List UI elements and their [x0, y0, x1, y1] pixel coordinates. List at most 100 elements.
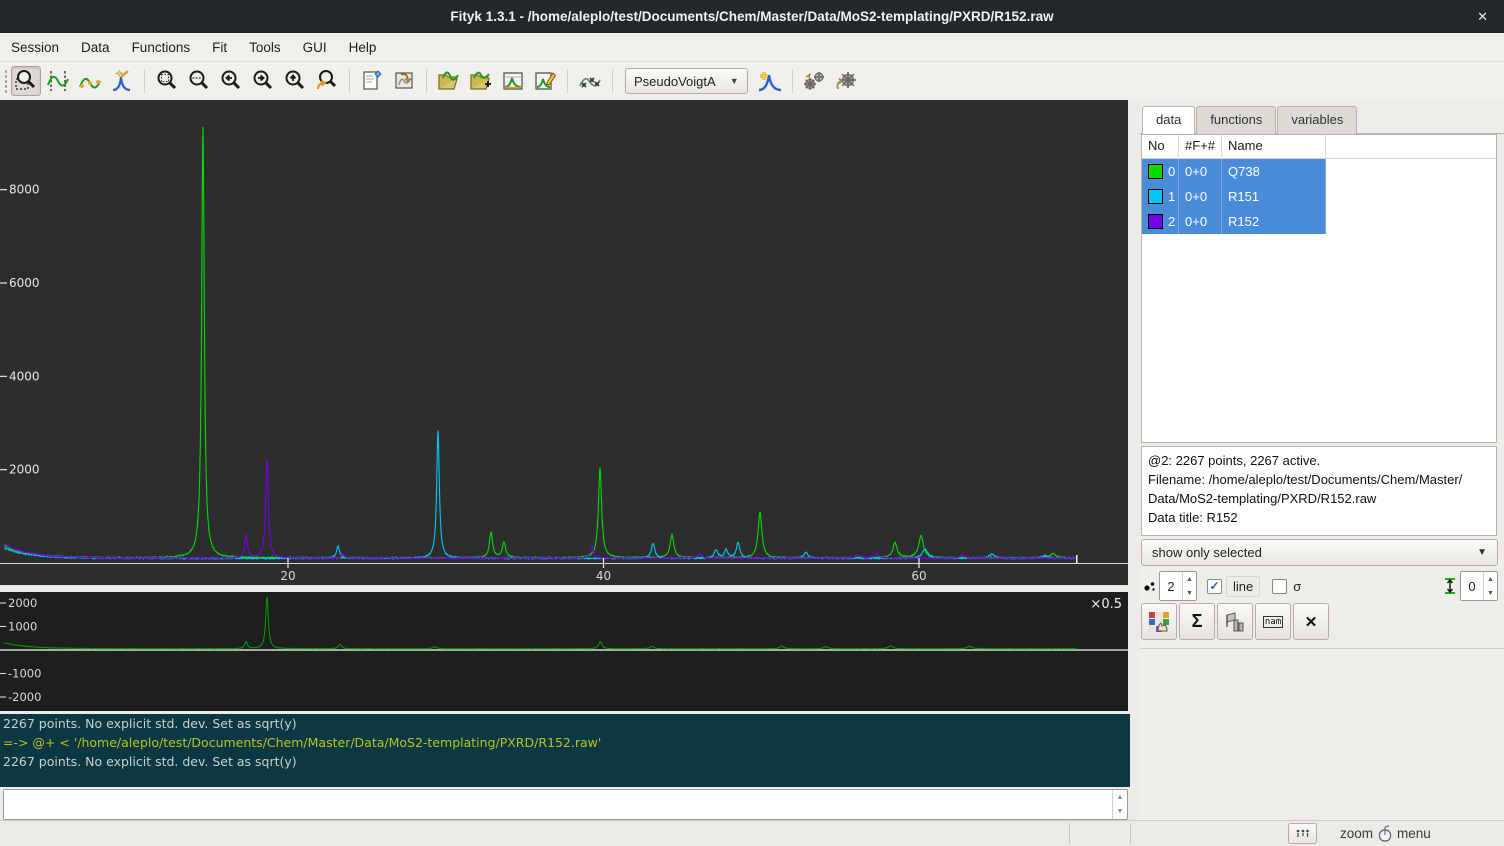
table-row[interactable]: 0 0+0 Q738 — [1142, 159, 1326, 184]
tab-variables[interactable]: variables — [1277, 106, 1357, 134]
zoom-up-button[interactable] — [280, 66, 310, 96]
menu-tools[interactable]: Tools — [238, 35, 292, 60]
info-filename: Filename: /home/aleplo/test/Documents/Ch… — [1148, 470, 1490, 489]
menu-data[interactable]: Data — [70, 35, 121, 60]
svg-text:×0.5: ×0.5 — [1090, 597, 1122, 612]
data-range-mode-button[interactable] — [43, 66, 73, 96]
toolbar-separator — [349, 69, 350, 93]
menu-session[interactable]: Session — [0, 35, 70, 60]
sigma-checkbox[interactable] — [1272, 579, 1287, 594]
status-bar: zoom menu — [0, 820, 1504, 846]
svg-text:2000: 2000 — [9, 463, 40, 477]
new-session-button[interactable] — [357, 66, 387, 96]
toolbar-grip[interactable] — [2, 68, 10, 94]
main-toolbar: PseudoVoigtA ▼ — [0, 62, 1504, 100]
dataset-color-swatch[interactable] — [1148, 164, 1163, 179]
stack-button[interactable] — [1217, 603, 1253, 640]
column-header-fpn[interactable]: #F+# — [1179, 135, 1222, 158]
window-title: Fityk 1.3.1 - /home/aleplo/test/Document… — [450, 9, 1053, 24]
rename-button[interactable]: nam — [1255, 603, 1291, 640]
table-row[interactable]: 1 0+0 R151 — [1142, 184, 1326, 209]
rename-icon: nam — [1265, 617, 1281, 627]
stack-icon — [1224, 611, 1246, 633]
menu-gui[interactable]: GUI — [292, 35, 338, 60]
zoom-right-button[interactable] — [248, 66, 278, 96]
dataset-grid-button[interactable] — [1141, 603, 1177, 640]
shift-icon — [1444, 577, 1456, 595]
command-history-spinner[interactable]: ▲ ▼ — [1112, 790, 1127, 819]
mouse-hint: zoom menu — [1340, 821, 1431, 846]
menu-functions[interactable]: Functions — [121, 35, 202, 60]
spin-down-icon[interactable]: ▼ — [1484, 586, 1497, 600]
close-icon: ✕ — [1305, 613, 1318, 631]
function-type-value: PseudoVoigtA — [634, 74, 716, 89]
point-size-spinner[interactable]: 2 ▲▼ — [1159, 571, 1197, 601]
zoom-all-button[interactable] — [152, 66, 182, 96]
sum-button[interactable]: Σ — [1179, 603, 1215, 640]
shift-spinner[interactable]: 0 ▲▼ — [1460, 571, 1498, 601]
dataset-fpn: 0+0 — [1179, 184, 1222, 209]
zoom-undo-button[interactable] — [312, 66, 342, 96]
dataset-fpn: 0+0 — [1179, 209, 1222, 234]
column-header-no[interactable]: No — [1142, 135, 1179, 158]
side-panel: data functions variables No #F+# Name 0 … — [1140, 100, 1504, 820]
status-config-button[interactable] — [1288, 823, 1317, 844]
save-data-button[interactable] — [498, 66, 528, 96]
close-window-button[interactable]: ✕ — [1471, 0, 1494, 33]
output-console[interactable]: 2267 points. No explicit std. dev. Set a… — [0, 714, 1130, 787]
tab-data[interactable]: data — [1142, 106, 1195, 134]
colored-grid-icon — [1148, 611, 1170, 633]
history-down-icon[interactable]: ▼ — [1113, 805, 1127, 820]
load-data-button[interactable] — [434, 66, 464, 96]
line-checkbox-label[interactable]: line — [1226, 576, 1260, 597]
spin-down-icon[interactable]: ▼ — [1183, 586, 1196, 600]
spin-up-icon[interactable]: ▲ — [1484, 572, 1497, 586]
menu-fit[interactable]: Fit — [201, 35, 238, 60]
dataset-color-swatch[interactable] — [1148, 214, 1163, 229]
toolbar-separator — [426, 69, 427, 93]
show-filter-value: show only selected — [1152, 545, 1262, 560]
undo-fit-button[interactable] — [832, 66, 862, 96]
edit-data-button[interactable] — [530, 66, 560, 96]
sigma-label: σ — [1293, 579, 1301, 594]
add-function-button[interactable] — [755, 66, 785, 96]
info-title: Data title: R152 — [1148, 508, 1490, 527]
load-data-append-button[interactable] — [466, 66, 496, 96]
info-filename2: Data/MoS2-templating/PXRD/R152.raw — [1148, 489, 1490, 508]
delete-dataset-button[interactable]: ✕ — [1293, 603, 1329, 640]
command-input[interactable] — [4, 790, 1112, 819]
svg-text:-1000: -1000 — [8, 667, 41, 681]
svg-text:1000: 1000 — [8, 620, 37, 634]
spin-up-icon[interactable]: ▲ — [1183, 572, 1196, 586]
chevron-down-icon: ▼ — [1477, 547, 1487, 558]
dataset-no: 2 — [1168, 214, 1175, 229]
zoom-mode-button[interactable] — [11, 66, 41, 96]
tab-functions[interactable]: functions — [1196, 106, 1276, 134]
execute-script-button[interactable] — [389, 66, 419, 96]
menu-help[interactable]: Help — [338, 35, 388, 60]
baseline-mode-button[interactable] — [75, 66, 105, 96]
column-header-name[interactable]: Name — [1222, 135, 1326, 158]
dataset-info-box: @2: 2267 points, 2267 active. Filename: … — [1141, 446, 1497, 536]
zoom-left-button[interactable] — [216, 66, 246, 96]
peak-wand-icon — [110, 69, 134, 93]
table-row[interactable]: 2 0+0 R152 — [1142, 209, 1326, 234]
main-plot-area[interactable]: 2000400060008000204060 — [0, 100, 1128, 585]
zoom-vertical-button[interactable] — [184, 66, 214, 96]
dataset-name: R151 — [1222, 184, 1326, 209]
run-fit-button[interactable] — [800, 66, 830, 96]
svg-text:4000: 4000 — [9, 369, 40, 383]
line-checkbox[interactable]: ✓ — [1207, 579, 1222, 594]
status-divider — [1069, 823, 1070, 844]
add-peak-mode-button[interactable] — [107, 66, 137, 96]
info-points: @2: 2267 points, 2267 active. — [1148, 451, 1490, 470]
point-size-value: 2 — [1160, 572, 1182, 600]
dataset-table-header: No #F+# Name — [1142, 135, 1496, 159]
auxiliary-plot-area[interactable]: 20001000-1000-2000×0.5 — [0, 592, 1128, 711]
function-type-select[interactable]: PseudoVoigtA ▼ — [625, 68, 748, 94]
show-filter-select[interactable]: show only selected ▼ — [1141, 539, 1498, 566]
dataset-color-swatch[interactable] — [1148, 189, 1163, 204]
data-transform-button[interactable] — [575, 66, 605, 96]
history-up-icon[interactable]: ▲ — [1113, 790, 1127, 805]
main-plot-svg: 2000400060008000204060 — [0, 100, 1128, 585]
